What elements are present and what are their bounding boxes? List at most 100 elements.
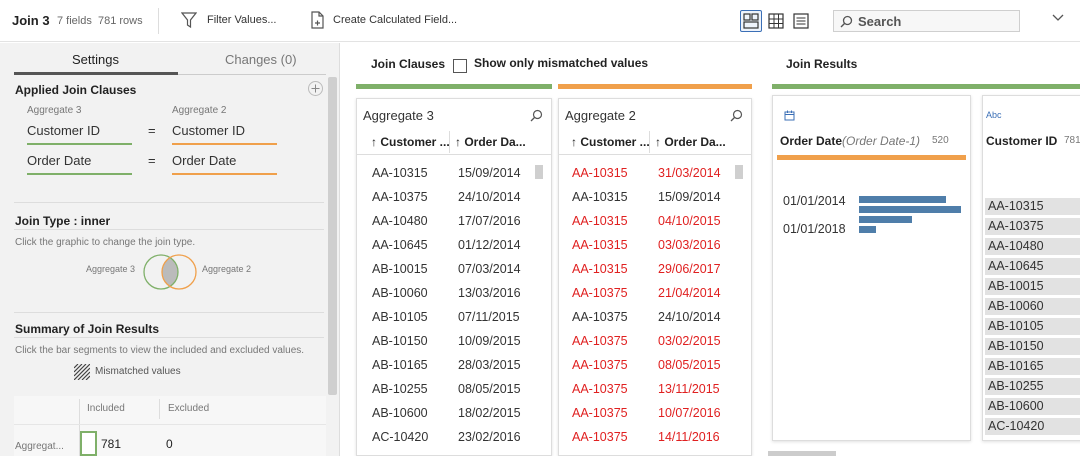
search-icon[interactable] [530,109,543,122]
clause-1-left-field[interactable]: Customer ID [27,123,100,138]
order-date-field-name[interactable]: Order Date(Order Date-1) [780,134,920,148]
join-type-venn-diagram[interactable] [140,253,200,291]
customer-id-value[interactable]: AB-10600 [985,398,1080,415]
right-card-scrollbar[interactable] [735,165,743,179]
table-cell-customer-id[interactable]: AA-10315 [572,238,628,252]
table-cell-order-date[interactable]: 24/10/2014 [458,190,521,204]
table-cell-order-date[interactable]: 08/05/2015 [458,382,521,396]
table-cell-order-date[interactable]: 18/02/2015 [458,406,521,420]
customer-id-value[interactable]: AB-10150 [985,338,1080,355]
right-customer-column-header[interactable]: ↑ Customer ... [571,135,650,149]
table-cell-customer-id[interactable]: AA-10480 [372,214,428,228]
settings-scrollbar[interactable] [328,77,337,395]
included-bar-segment[interactable] [80,431,97,456]
customer-id-value[interactable]: AB-10255 [985,378,1080,395]
table-cell-customer-id[interactable]: AB-10060 [372,286,428,300]
profile-view-button[interactable] [740,10,762,32]
table-cell-order-date[interactable]: 15/09/2014 [458,166,521,180]
step-title[interactable]: Join 3 [12,13,50,28]
customer-id-value[interactable]: AA-10645 [985,258,1080,275]
clause-2-operator[interactable]: = [148,153,156,168]
table-cell-customer-id[interactable]: AA-10375 [572,430,628,444]
customer-id-value[interactable]: AA-10480 [985,238,1080,255]
right-order-date-column-header[interactable]: ↑ Order Da... [655,135,726,149]
order-date-profile-card[interactable]: Order Date(Order Date-1) 520 01/01/2014 … [772,95,971,441]
customer-id-profile-card[interactable]: Abc Customer ID 781 AA-10315 AA-10375 AA-1… [982,95,1080,441]
table-cell-customer-id[interactable]: AC-10420 [372,430,428,444]
filter-icon[interactable] [181,11,197,29]
table-cell-order-date[interactable]: 10/09/2015 [458,334,521,348]
table-cell-order-date[interactable]: 03/02/2015 [658,334,721,348]
calculated-field-icon[interactable] [309,11,325,29]
clause-1-right-field[interactable]: Customer ID [172,123,245,138]
table-cell-customer-id[interactable]: AA-10375 [572,334,628,348]
search-field[interactable] [833,10,1020,32]
table-cell-customer-id[interactable]: AA-10375 [572,310,628,324]
left-card-scrollbar[interactable] [535,165,543,179]
table-cell-customer-id[interactable]: AA-10315 [572,166,628,180]
grid-view-button[interactable] [765,10,787,32]
table-cell-customer-id[interactable]: AA-10375 [572,286,628,300]
table-cell-order-date[interactable]: 08/05/2015 [658,358,721,372]
tab-settings[interactable]: Settings [72,52,119,67]
histogram-bar[interactable] [859,206,961,213]
table-cell-order-date[interactable]: 13/03/2016 [458,286,521,300]
table-cell-order-date[interactable]: 04/10/2015 [658,214,721,228]
results-horizontal-scrollbar[interactable] [768,451,836,456]
left-order-date-column-header[interactable]: ↑ Order Da... [455,135,526,149]
customer-id-value[interactable]: AA-10315 [985,198,1080,215]
customer-id-field-name[interactable]: Customer ID [986,134,1057,148]
table-cell-order-date[interactable]: 03/03/2016 [658,238,721,252]
table-cell-order-date[interactable]: 15/09/2014 [658,190,721,204]
table-cell-order-date[interactable]: 31/03/2014 [658,166,721,180]
table-cell-customer-id[interactable]: AA-10375 [372,190,428,204]
chevron-down-icon[interactable] [1052,13,1064,23]
table-cell-order-date[interactable]: 28/03/2015 [458,358,521,372]
search-icon[interactable] [730,109,743,122]
create-calculated-field-button[interactable]: Create Calculated Field... [333,14,457,26]
list-view-button[interactable] [790,10,812,32]
table-cell-customer-id[interactable]: AB-10600 [372,406,428,420]
table-cell-customer-id[interactable]: AA-10375 [572,382,628,396]
clause-1-operator[interactable]: = [148,123,156,138]
table-cell-customer-id[interactable]: AB-10105 [372,310,428,324]
show-mismatched-checkbox[interactable] [453,59,467,73]
table-cell-customer-id[interactable]: AA-10315 [572,190,628,204]
customer-id-value[interactable]: AC-10420 [985,418,1080,435]
search-input[interactable] [858,13,1013,29]
histogram-bar[interactable] [859,196,946,203]
customer-id-value[interactable]: AB-10015 [985,278,1080,295]
table-cell-order-date[interactable]: 14/11/2016 [658,430,720,444]
table-cell-order-date[interactable]: 07/03/2014 [458,262,521,276]
table-cell-customer-id[interactable]: AA-10375 [572,406,628,420]
table-cell-customer-id[interactable]: AA-10645 [372,238,428,252]
table-cell-order-date[interactable]: 01/12/2014 [458,238,521,252]
table-cell-customer-id[interactable]: AB-10150 [372,334,428,348]
tab-changes[interactable]: Changes (0) [225,52,297,67]
histogram-bar[interactable] [859,216,912,223]
table-cell-order-date[interactable]: 29/06/2017 [658,262,721,276]
clause-2-right-field[interactable]: Order Date [172,153,236,168]
table-cell-order-date[interactable]: 13/11/2015 [658,382,720,396]
table-cell-customer-id[interactable]: AB-10165 [372,358,428,372]
customer-id-value[interactable]: AA-10375 [985,218,1080,235]
customer-id-value[interactable]: AB-10060 [985,298,1080,315]
table-cell-customer-id[interactable]: AB-10255 [372,382,428,396]
clause-2-left-field[interactable]: Order Date [27,153,91,168]
table-cell-order-date[interactable]: 10/07/2016 [658,406,721,420]
table-cell-customer-id[interactable]: AA-10315 [372,166,428,180]
table-cell-customer-id[interactable]: AA-10375 [572,358,628,372]
table-cell-customer-id[interactable]: AB-10015 [372,262,428,276]
table-cell-customer-id[interactable]: AA-10315 [572,262,628,276]
table-cell-order-date[interactable]: 24/10/2014 [658,310,721,324]
show-mismatched-label[interactable]: Show only mismatched values [474,56,648,70]
left-customer-column-header[interactable]: ↑ Customer ... [371,135,450,149]
customer-id-value[interactable]: AB-10165 [985,358,1080,375]
table-cell-order-date[interactable]: 17/07/2016 [458,214,521,228]
customer-id-value[interactable]: AB-10105 [985,318,1080,335]
table-cell-order-date[interactable]: 23/02/2016 [458,430,521,444]
table-cell-order-date[interactable]: 07/11/2015 [458,310,520,324]
table-cell-customer-id[interactable]: AA-10315 [572,214,628,228]
histogram-bar[interactable] [859,226,876,233]
add-clause-button[interactable] [308,81,323,96]
